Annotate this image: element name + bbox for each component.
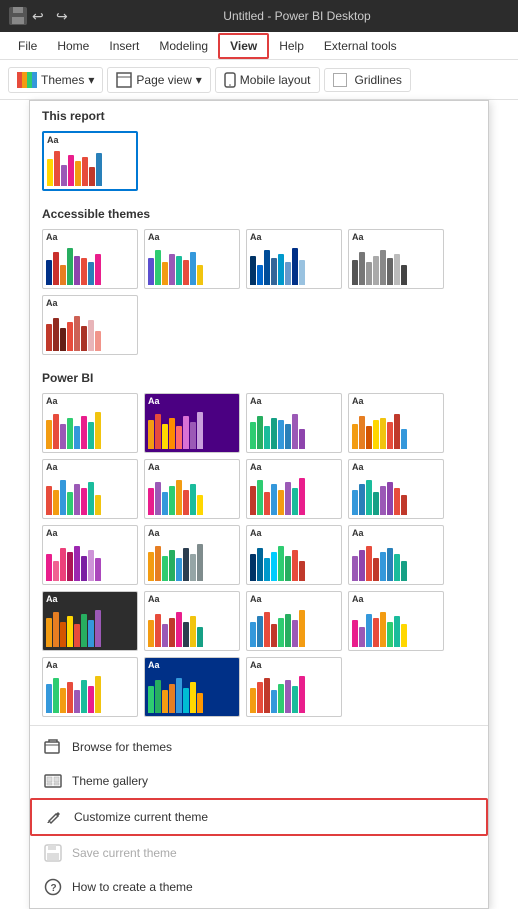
help-icon: ? [44,878,62,896]
theme-bars [47,147,133,186]
menu-insert[interactable]: Insert [99,35,149,57]
title-bar-icons: ↩ ↪ [8,6,76,26]
powerbi-theme-13[interactable]: Aa [42,591,138,651]
redo-icon[interactable]: ↪ [56,6,76,26]
powerbi-theme-15[interactable]: Aa [246,591,342,651]
powerbi-theme-4[interactable]: Aa [348,393,444,453]
menu-view[interactable]: View [218,33,269,59]
accessible-theme-3[interactable]: Aa [246,229,342,289]
this-report-grid: Aa [30,127,488,199]
gridlines-button[interactable]: Gridlines [324,68,411,92]
pageview-chevron-icon[interactable]: ▾ [196,73,202,87]
browse-for-themes[interactable]: Browse for themes [30,730,488,764]
menu-options: Browse for themes Theme gallery [30,725,488,908]
save-icon[interactable] [8,6,28,26]
powerbi-theme-14[interactable]: Aa [144,591,240,651]
accessible-theme-5[interactable]: Aa [42,295,138,355]
theme-tile-current[interactable]: Aa [42,131,138,191]
powerbi-theme-11[interactable]: Aa [246,525,342,585]
ribbon: Themes ▾ Page view ▾ Mobile layout Gridl… [0,60,518,100]
svg-text:↩: ↩ [32,8,44,24]
themes-label: Themes [41,73,84,87]
undo-icon[interactable]: ↩ [32,6,52,26]
themes-icon [17,72,37,88]
powerbi-theme-19[interactable]: Aa [246,657,342,717]
accessible-themes-grid: Aa Aa [30,225,488,363]
gallery-label: Theme gallery [72,774,148,788]
powerbi-theme-12[interactable]: Aa [348,525,444,585]
theme-gallery[interactable]: Theme gallery [30,764,488,798]
powerbi-theme-16[interactable]: Aa [348,591,444,651]
page-view-icon [116,72,132,88]
accessible-theme-1[interactable]: Aa [42,229,138,289]
customize-current-theme[interactable]: Customize current theme [30,798,488,836]
powerbi-theme-10[interactable]: Aa [144,525,240,585]
themes-dropdown-panel: This report Aa Accessible themes [29,100,489,909]
gridlines-label: Gridlines [355,73,402,87]
powerbi-header: Power BI [30,363,488,389]
powerbi-theme-8[interactable]: Aa [348,459,444,519]
title-bar-title: Untitled - Power BI Desktop [84,9,510,23]
powerbi-theme-17[interactable]: Aa [42,657,138,717]
how-to-label: How to create a theme [72,880,193,894]
save-theme-label: Save current theme [72,846,177,860]
menu-file[interactable]: File [8,35,47,57]
save-current-theme: Save current theme [30,836,488,870]
mobile-layout-icon [224,72,236,88]
menu-home[interactable]: Home [47,35,99,57]
accessible-theme-2[interactable]: Aa [144,229,240,289]
svg-text:↪: ↪ [56,8,68,24]
browse-icon [44,738,62,756]
menu-help[interactable]: Help [269,35,314,57]
powerbi-theme-7[interactable]: Aa [246,459,342,519]
menu-modeling[interactable]: Modeling [149,35,218,57]
svg-text:?: ? [51,883,57,894]
powerbi-themes-grid: Aa Aa [30,389,488,725]
accessible-themes-header: Accessible themes [30,199,488,225]
powerbi-theme-9[interactable]: Aa [42,525,138,585]
how-to-create-theme[interactable]: ? How to create a theme [30,870,488,904]
mobile-layout-label: Mobile layout [240,73,311,87]
powerbi-theme-6[interactable]: Aa [144,459,240,519]
menu-bar: File Home Insert Modeling View Help Exte… [0,32,518,60]
customize-label: Customize current theme [74,810,208,824]
mobile-layout-button[interactable]: Mobile layout [215,67,320,93]
menu-external-tools[interactable]: External tools [314,35,407,57]
page-view-button[interactable]: Page view ▾ [107,67,210,93]
powerbi-theme-1[interactable]: Aa [42,393,138,453]
gridlines-checkbox[interactable] [333,73,347,87]
theme-aa-label: Aa [47,136,133,145]
gallery-icon [44,772,62,790]
save-theme-icon [44,844,62,862]
title-bar: ↩ ↪ Untitled - Power BI Desktop [0,0,518,32]
this-report-header: This report [30,101,488,127]
powerbi-theme-2[interactable]: Aa [144,393,240,453]
powerbi-theme-5[interactable]: Aa [42,459,138,519]
themes-chevron-icon[interactable]: ▾ [88,73,94,87]
browse-themes-label: Browse for themes [72,740,172,754]
powerbi-theme-3[interactable]: Aa [246,393,342,453]
pageview-label: Page view [136,73,191,87]
themes-button[interactable]: Themes ▾ [8,67,103,93]
accessible-theme-4[interactable]: Aa [348,229,444,289]
customize-icon [46,808,64,826]
powerbi-theme-18[interactable]: Aa [144,657,240,717]
